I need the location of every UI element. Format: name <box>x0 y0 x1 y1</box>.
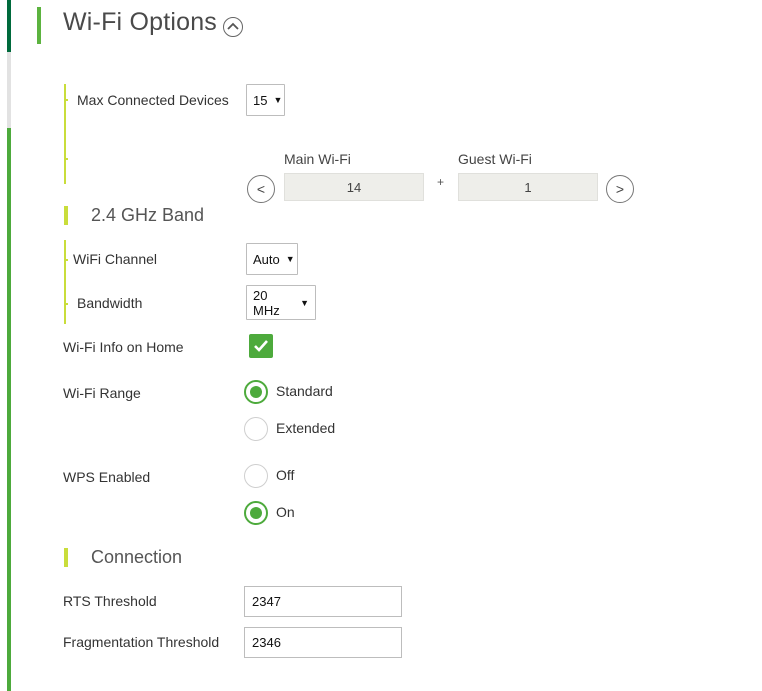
wifi-channel-value: Auto <box>253 251 280 267</box>
decrease-button[interactable]: < <box>247 175 275 203</box>
main-wifi-label: Main Wi-Fi <box>284 151 351 167</box>
chevron-left-icon: < <box>256 181 266 197</box>
left-rail-top <box>7 0 11 52</box>
section-accent-bar <box>64 548 68 567</box>
chevron-right-icon: > <box>615 181 625 197</box>
plus-sign: + <box>437 175 445 189</box>
guide-tick <box>64 158 68 160</box>
wifi-range-label: Wi-Fi Range <box>63 385 141 401</box>
left-rail-bottom <box>7 128 11 691</box>
guest-wifi-label: Guest Wi-Fi <box>458 151 532 167</box>
wps-label: WPS Enabled <box>63 469 151 485</box>
fragmentation-threshold-input[interactable] <box>244 627 402 658</box>
wifi-info-home-label: Wi-Fi Info on Home <box>63 339 184 355</box>
section-accent-bar <box>64 206 68 225</box>
band-guide <box>64 240 66 324</box>
radio-wps-on[interactable] <box>244 501 268 525</box>
guest-wifi-value: 1 <box>458 173 598 201</box>
guide-tick <box>64 303 68 305</box>
bandwidth-select[interactable]: 20 MHz ▼ <box>246 285 316 320</box>
radio-wps-off[interactable] <box>244 464 268 488</box>
dropdown-arrow-icon: ▼ <box>300 297 309 308</box>
page-title: Wi-Fi Options <box>63 8 218 36</box>
wps-on-label[interactable]: On <box>276 504 295 520</box>
chevron-up-icon[interactable] <box>223 17 243 37</box>
wifi-channel-label: WiFi Channel <box>73 251 158 267</box>
title-accent-bar <box>37 7 41 44</box>
extended-label[interactable]: Extended <box>276 420 335 436</box>
wps-off-label[interactable]: Off <box>276 467 294 483</box>
rts-threshold-input[interactable] <box>244 586 402 617</box>
connection-title: Connection <box>91 547 183 567</box>
dropdown-arrow-icon: ▼ <box>273 95 283 105</box>
bandwidth-label: Bandwidth <box>77 295 143 311</box>
dropdown-arrow-icon: ▼ <box>285 254 295 264</box>
max-devices-label: Max Connected Devices <box>77 92 229 108</box>
bandwidth-value: 20 MHz <box>253 287 280 318</box>
main-wifi-value: 14 <box>284 173 424 201</box>
fragmentation-threshold-label: Fragmentation Threshold <box>63 634 220 650</box>
max-devices-select[interactable]: 15 ▼ <box>246 84 285 116</box>
radio-standard[interactable] <box>244 380 268 404</box>
radio-extended[interactable] <box>244 417 268 441</box>
check-icon <box>254 340 268 352</box>
guide-tick <box>64 99 68 101</box>
standard-label[interactable]: Standard <box>276 383 333 399</box>
rts-threshold-label: RTS Threshold <box>63 593 157 609</box>
max-devices-value: 15 <box>253 92 268 108</box>
wifi-info-home-checkbox[interactable] <box>249 334 273 358</box>
wifi-channel-select[interactable]: Auto ▼ <box>246 243 298 275</box>
increase-button[interactable]: > <box>606 175 634 203</box>
guide-tick <box>64 259 68 261</box>
band-24-title: 2.4 GHz Band <box>91 205 205 225</box>
left-rail-middle <box>7 52 11 128</box>
